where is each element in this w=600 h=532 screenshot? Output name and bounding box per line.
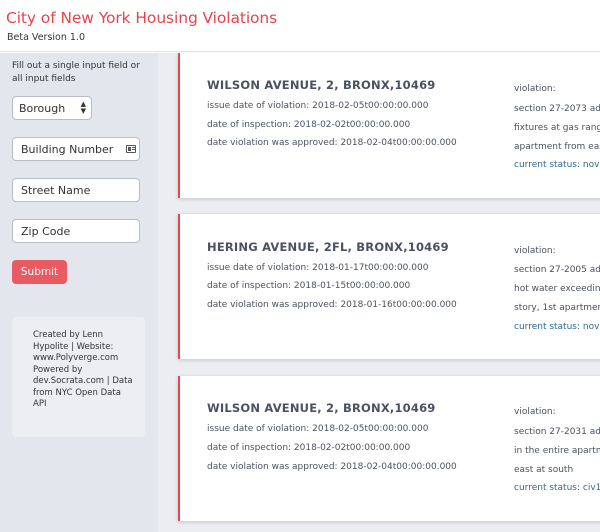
credits-line: Created by Lenn bbox=[33, 330, 104, 340]
violation-description: in the entire apartmen bbox=[514, 446, 600, 456]
violation-card: WILSON AVENUE, 2, BRONX,10469 issue date… bbox=[178, 376, 600, 521]
credits-website-link[interactable]: www.Polyverge.com bbox=[33, 353, 133, 365]
approved-date: date violation was approved: 2018-02-04t… bbox=[207, 138, 457, 148]
violation-address: WILSON AVENUE, 2, BRONX,10469 bbox=[207, 78, 436, 92]
inspection-date: date of inspection: 2018-01-15t00:00:00.… bbox=[207, 281, 411, 291]
app-version: Beta Version 1.0 bbox=[7, 32, 85, 43]
submit-button[interactable]: Submit bbox=[12, 260, 67, 284]
select-caret-icon: ▲ ▼ bbox=[80, 100, 86, 115]
building-number-input[interactable] bbox=[12, 137, 140, 161]
credits-socrata-link[interactable]: dev.Socrata.com | Data bbox=[33, 376, 133, 388]
current-status: current status: civ14 n bbox=[514, 483, 600, 493]
violation-label: violation: bbox=[514, 246, 556, 256]
inspection-date: date of inspection: 2018-02-02t00:00:00.… bbox=[207, 443, 411, 453]
credits-line: Hypolite | Website: bbox=[33, 341, 114, 352]
violation-label: violation: bbox=[514, 407, 556, 417]
violation-description: hot water exceeding 1 bbox=[514, 284, 600, 294]
violation-description: section 27-2005 admi bbox=[514, 265, 600, 275]
violation-description: section 27-2073 adm bbox=[514, 104, 600, 114]
approved-date: date violation was approved: 2018-02-04t… bbox=[207, 462, 457, 472]
violation-card: HERING AVENUE, 2FL, BRONX,10469 issue da… bbox=[178, 214, 600, 359]
violations-list: WILSON AVENUE, 2, BRONX,10469 issue date… bbox=[158, 53, 600, 532]
issue-date: issue date of violation: 2018-01-17t00:0… bbox=[207, 263, 429, 273]
violation-description: apartment from east a bbox=[514, 142, 600, 152]
search-instructions: Fill out a single input field or all inp… bbox=[12, 61, 140, 84]
violation-description: story, 1st apartment fr bbox=[514, 303, 600, 313]
current-status: current status: nov ce bbox=[514, 160, 600, 170]
violation-description: east at south bbox=[514, 465, 574, 475]
credits-box: Created by Lenn Hypolite | Website: www.… bbox=[12, 317, 145, 437]
approved-date: date violation was approved: 2018-01-16t… bbox=[207, 300, 457, 310]
violation-address: WILSON AVENUE, 2, BRONX,10469 bbox=[207, 401, 436, 415]
violation-address: HERING AVENUE, 2FL, BRONX,10469 bbox=[207, 240, 449, 254]
credits-line: Powered by bbox=[33, 364, 83, 375]
violation-description: fixtures at gas range in bbox=[514, 123, 600, 133]
credits-line: API bbox=[33, 399, 47, 409]
issue-date: issue date of violation: 2018-02-05t00:0… bbox=[207, 424, 429, 434]
inspection-date: date of inspection: 2018-02-02t00:00:00.… bbox=[207, 120, 411, 130]
street-name-input[interactable] bbox=[12, 178, 140, 202]
app-title: City of New York Housing Violations bbox=[6, 9, 278, 27]
issue-date: issue date of violation: 2018-02-05t00:0… bbox=[207, 101, 429, 111]
violation-label: violation: bbox=[514, 84, 556, 94]
credits-line: from NYC Open Data bbox=[33, 387, 121, 398]
app-header: City of New York Housing Violations Beta… bbox=[0, 0, 600, 52]
violation-card: WILSON AVENUE, 2, BRONX,10469 issue date… bbox=[178, 53, 600, 198]
borough-select[interactable]: Borough ▲ ▼ bbox=[12, 96, 92, 120]
violation-description: section 27-2031 admi bbox=[514, 427, 600, 437]
borough-select-value: Borough bbox=[19, 101, 66, 115]
current-status: current status: nov ce bbox=[514, 322, 600, 332]
zip-code-input[interactable] bbox=[12, 219, 140, 243]
contact-card-icon bbox=[126, 145, 136, 153]
search-sidebar: Fill out a single input field or all inp… bbox=[0, 53, 158, 532]
